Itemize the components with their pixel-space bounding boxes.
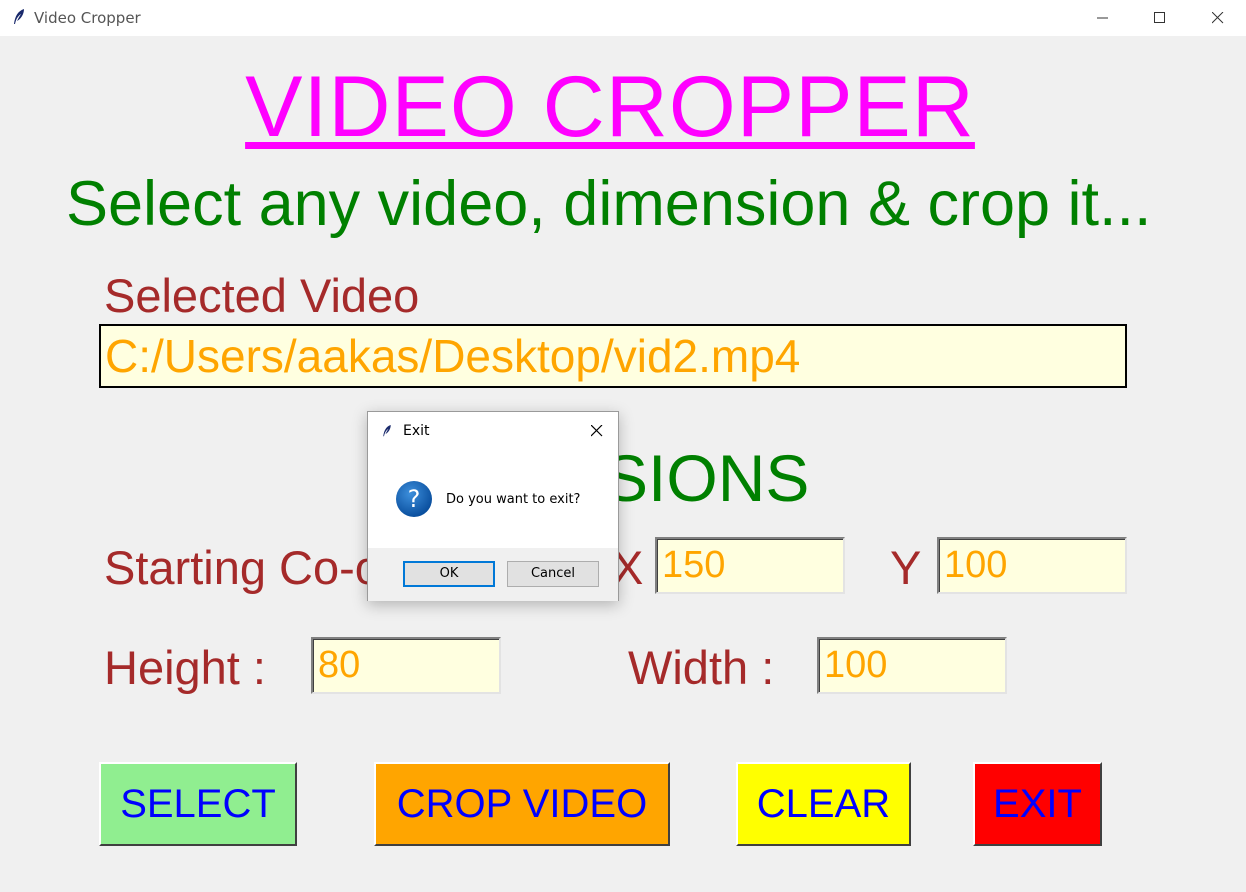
maximize-button[interactable] <box>1137 0 1183 36</box>
crop-video-button[interactable]: CROP VIDEO <box>374 762 670 846</box>
app-subheading: Select any video, dimension & crop it... <box>66 169 1152 239</box>
svg-text:?: ? <box>408 485 421 513</box>
x-coordinate-input[interactable]: 150 <box>655 537 845 594</box>
selected-video-path: C:/Users/aakas/Desktop/vid2.mp4 <box>99 324 1127 388</box>
exit-button[interactable]: EXIT <box>973 762 1102 846</box>
dialog-title: Exit <box>403 423 430 439</box>
exit-dialog: Exit ? Do you want to exit? OK Cancel <box>367 411 619 601</box>
dialog-close-button[interactable] <box>586 420 608 442</box>
y-label: Y <box>890 541 922 594</box>
close-icon <box>1212 12 1224 24</box>
window-titlebar: Video Cropper <box>0 0 1246 36</box>
clear-button[interactable]: CLEAR <box>736 762 911 846</box>
width-input[interactable]: 100 <box>817 637 1007 694</box>
dialog-footer: OK Cancel <box>368 548 618 601</box>
feather-icon <box>14 9 24 24</box>
window-title: Video Cropper <box>34 9 141 27</box>
question-icon: ? <box>396 481 432 517</box>
feather-icon <box>383 425 391 437</box>
width-label: Width : <box>628 641 775 694</box>
starting-coordinates-label: Starting Co-o <box>104 541 381 594</box>
y-coordinate-input[interactable]: 100 <box>937 537 1127 594</box>
height-label: Height : <box>104 641 266 694</box>
close-icon <box>591 425 603 437</box>
dimensions-heading: SIONS <box>604 441 810 515</box>
minimize-button[interactable] <box>1080 0 1126 36</box>
minimize-icon <box>1097 17 1108 19</box>
ok-button[interactable]: OK <box>403 561 495 587</box>
maximize-icon <box>1154 12 1165 23</box>
dialog-message: Do you want to exit? <box>446 492 581 507</box>
height-input[interactable]: 80 <box>311 637 501 694</box>
select-button[interactable]: SELECT <box>99 762 297 846</box>
close-button[interactable] <box>1195 0 1241 36</box>
selected-video-label: Selected Video <box>104 269 420 322</box>
app-heading: VIDEO CROPPER <box>245 59 975 155</box>
cancel-button[interactable]: Cancel <box>507 561 599 587</box>
